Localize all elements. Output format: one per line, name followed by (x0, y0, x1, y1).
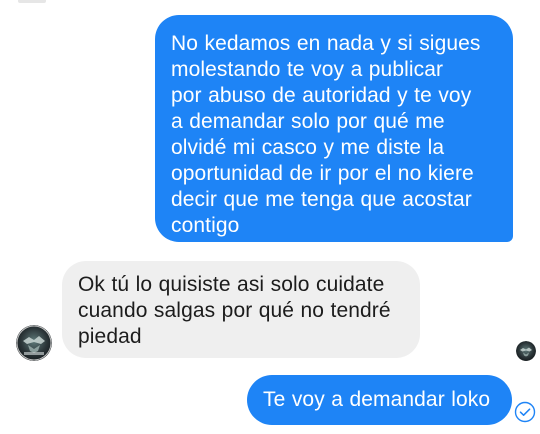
seen-avatar-icon (516, 341, 536, 361)
outgoing-message-bubble[interactable]: Te voy a demandar loko (247, 375, 512, 425)
sent-check-icon (514, 401, 536, 423)
previous-message-edge (18, 0, 46, 3)
profile-avatar-icon[interactable] (16, 325, 52, 361)
outgoing-message-bubble[interactable]: No kedamos en nada y si sigues molestand… (155, 15, 513, 242)
incoming-message-bubble[interactable]: Ok tú lo quisiste asi solo cuidate cuand… (62, 261, 420, 358)
